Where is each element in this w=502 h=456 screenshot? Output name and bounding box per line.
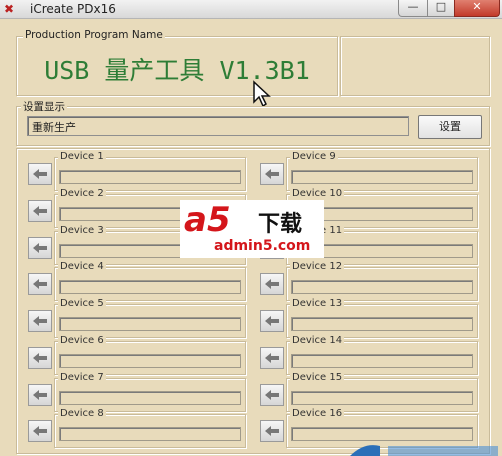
device-arrow-button[interactable] <box>28 273 52 295</box>
arrow-left-icon <box>33 353 47 363</box>
device-status-field <box>291 280 473 294</box>
arrow-left-icon <box>33 206 47 216</box>
arrow-left-icon <box>265 316 279 326</box>
watermark-brand: a5 <box>184 200 231 240</box>
arrow-left-icon <box>33 279 47 289</box>
device-label: Device 8 <box>58 408 106 419</box>
watermark-site: admin5.com <box>214 238 311 254</box>
device-arrow-button[interactable] <box>260 273 284 295</box>
device-label: Device 16 <box>290 408 345 419</box>
production-program-label: Production Program Name <box>23 29 165 41</box>
device-status-field <box>59 170 241 184</box>
device-arrow-button[interactable] <box>260 347 284 369</box>
device-slot: Device 8 <box>54 408 246 448</box>
device-status-field <box>291 354 473 368</box>
device-slot: Device 9 <box>286 151 478 191</box>
device-slot: Device 7 <box>54 372 246 412</box>
device-label: Device 13 <box>290 298 345 309</box>
device-status-field <box>59 317 241 331</box>
device-label: Device 10 <box>290 188 345 199</box>
device-arrow-button[interactable] <box>28 347 52 369</box>
watermark-logo: a5 下载 admin5.com <box>180 200 324 258</box>
device-arrow-button[interactable] <box>28 163 52 185</box>
settings-display-field[interactable]: 重新生产 <box>27 116 409 136</box>
side-panel <box>340 36 490 96</box>
device-arrow-button[interactable] <box>260 420 284 442</box>
settings-button[interactable]: 设置 <box>418 115 482 139</box>
device-label: Device 6 <box>58 335 106 346</box>
arrow-left-icon <box>33 316 47 326</box>
device-slot: Device 6 <box>54 335 246 375</box>
device-label: Device 2 <box>58 188 106 199</box>
device-label: Device 1 <box>58 151 106 162</box>
device-slot: Device 13 <box>286 298 478 338</box>
device-status-field <box>291 170 473 184</box>
device-arrow-button[interactable] <box>260 384 284 406</box>
device-arrow-button[interactable] <box>260 163 284 185</box>
device-status-field <box>59 280 241 294</box>
production-program-group: Production Program Name USB 量产工具 V1.3B1 <box>16 29 338 96</box>
arrow-left-icon <box>33 390 47 400</box>
device-arrow-button[interactable] <box>28 420 52 442</box>
device-slot: Device 14 <box>286 335 478 375</box>
device-status-field <box>59 391 241 405</box>
device-arrow-button[interactable] <box>260 310 284 332</box>
minimize-button[interactable]: — <box>398 0 428 17</box>
settings-group-label: 设置显示 <box>21 99 67 114</box>
device-slot: Device 4 <box>54 261 246 301</box>
device-arrow-button[interactable] <box>28 384 52 406</box>
device-label: Device 12 <box>290 261 345 272</box>
arrow-left-icon <box>33 169 47 179</box>
arrow-left-icon <box>265 279 279 289</box>
device-status-field <box>59 354 241 368</box>
arrow-left-icon <box>265 353 279 363</box>
device-slot: Device 12 <box>286 261 478 301</box>
device-label: Device 4 <box>58 261 106 272</box>
device-arrow-button[interactable] <box>28 310 52 332</box>
device-label: Device 14 <box>290 335 345 346</box>
arrow-left-icon <box>265 426 279 436</box>
device-label: Device 3 <box>58 225 106 236</box>
mouse-pointer-icon <box>253 80 271 108</box>
device-status-field <box>291 317 473 331</box>
device-status-field <box>291 427 473 441</box>
arrow-left-icon <box>265 390 279 400</box>
arrow-left-icon <box>265 169 279 179</box>
watermark-suffix: 下载 <box>258 212 303 237</box>
device-slot: Device 15 <box>286 372 478 412</box>
device-status-field <box>59 427 241 441</box>
arrow-left-icon <box>33 426 47 436</box>
arrow-left-icon <box>33 243 47 253</box>
device-label: Device 9 <box>290 151 338 162</box>
maximize-button[interactable]: □ <box>427 0 455 17</box>
product-title: USB 量产工具 V1.3B1 <box>44 56 310 85</box>
device-label: Device 5 <box>58 298 106 309</box>
close-button[interactable]: ✕ <box>454 0 500 17</box>
device-slot: Device 1 <box>54 151 246 191</box>
device-label: Device 15 <box>290 372 345 383</box>
title-bar[interactable]: ✖ iCreate PDx16 — □ ✕ <box>0 0 502 19</box>
device-arrow-button[interactable] <box>28 200 52 222</box>
corner-decoration <box>350 445 498 456</box>
device-arrow-button[interactable] <box>28 237 52 259</box>
device-slot: Device 5 <box>54 298 246 338</box>
device-label: Device 7 <box>58 372 106 383</box>
app-logo-icon[interactable]: ✖ <box>4 2 18 16</box>
window-title: iCreate PDx16 <box>30 2 116 16</box>
settings-display-value: 重新生产 <box>32 121 76 134</box>
device-status-field <box>291 391 473 405</box>
